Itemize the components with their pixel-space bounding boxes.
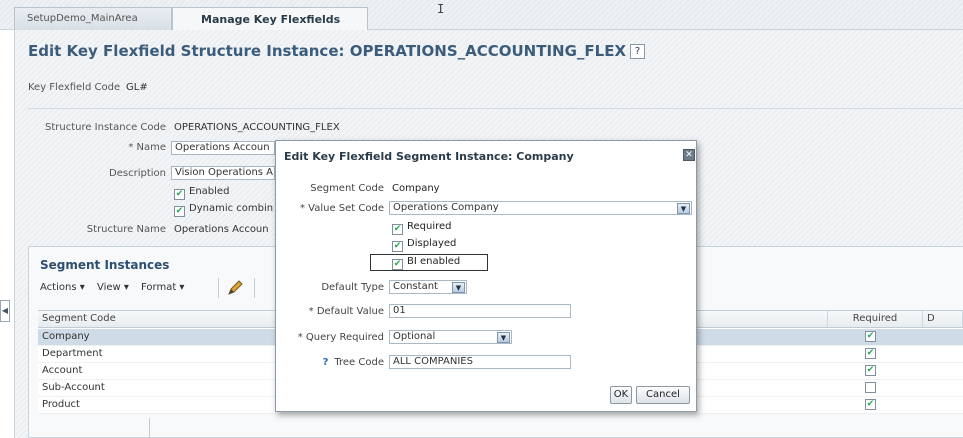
column-header-d[interactable]: D bbox=[923, 311, 963, 328]
bi-enabled-label: BI enabled bbox=[407, 256, 461, 267]
help-icon[interactable]: ? bbox=[323, 357, 329, 368]
query-required-select[interactable]: Optional ▼ bbox=[389, 330, 512, 344]
page-title: Edit Key Flexfield Structure Instance: O… bbox=[28, 42, 646, 60]
required-checkbox-row[interactable]: ✔ Required bbox=[392, 221, 452, 235]
checkbox-checked-icon[interactable]: ✔ bbox=[392, 224, 403, 235]
cancel-button[interactable]: Cancel bbox=[636, 386, 690, 404]
required-label: Required bbox=[407, 221, 452, 232]
segment-code-cell: Product bbox=[42, 399, 80, 410]
bi-enabled-checkbox-row[interactable]: ✔ BI enabled bbox=[392, 256, 460, 270]
structure-instance-code-value: OPERATIONS_ACCOUNTING_FLEX bbox=[174, 122, 340, 133]
name-label: * Name bbox=[128, 142, 166, 153]
dynamic-combinations-label: Dynamic combin bbox=[189, 203, 274, 214]
segment-instances-title: Segment Instances bbox=[40, 258, 170, 272]
description-field[interactable]: Vision Operations A bbox=[171, 166, 275, 180]
value-set-code-value: Operations Company bbox=[393, 202, 499, 213]
displayed-label: Displayed bbox=[407, 238, 457, 249]
edit-segment-dialog: Edit Key Flexfield Segment Instance: Com… bbox=[275, 140, 697, 412]
checkbox-unchecked-icon bbox=[865, 382, 876, 393]
query-required-value: Optional bbox=[393, 331, 436, 342]
value-set-code-label: * Value Set Code bbox=[299, 203, 384, 214]
ok-button[interactable]: OK bbox=[610, 386, 632, 404]
collapse-left-icon[interactable]: ◀ bbox=[0, 300, 10, 322]
enabled-label: Enabled bbox=[189, 186, 230, 197]
segment-code-value: Company bbox=[392, 183, 440, 194]
help-icon[interactable]: ? bbox=[630, 44, 646, 59]
edit-pencil-icon[interactable] bbox=[226, 279, 244, 300]
checkbox-checked-icon: ✔ bbox=[865, 331, 876, 342]
tree-code-label-row: ? Tree Code bbox=[323, 357, 384, 368]
default-type-value: Constant bbox=[393, 281, 438, 292]
toolbar-divider bbox=[218, 278, 219, 298]
view-menu[interactable]: View ▾ bbox=[97, 282, 129, 293]
tree-code-label: Tree Code bbox=[334, 357, 384, 368]
checkbox-checked-icon[interactable]: ✔ bbox=[174, 206, 185, 217]
default-type-select[interactable]: Constant ▼ bbox=[389, 280, 467, 294]
segment-code-cell: Company bbox=[42, 331, 90, 342]
checkbox-checked-icon[interactable]: ✔ bbox=[392, 259, 403, 270]
page-title-text: Edit Key Flexfield Structure Instance: O… bbox=[28, 42, 627, 60]
dropdown-arrow-icon[interactable]: ▼ bbox=[677, 203, 690, 214]
segment-code-cell: Department bbox=[42, 348, 103, 359]
actions-menu[interactable]: Actions ▾ bbox=[40, 282, 85, 293]
kff-code-label: Key Flexfield Code bbox=[28, 82, 121, 93]
checkbox-checked-icon: ✔ bbox=[865, 399, 876, 410]
kff-code-value: GL# bbox=[126, 82, 148, 93]
close-icon[interactable]: ✕ bbox=[683, 149, 695, 161]
default-value-input[interactable]: 01 bbox=[389, 304, 571, 318]
checkbox-checked-icon: ✔ bbox=[865, 348, 876, 359]
dialog-title: Edit Key Flexfield Segment Instance: Com… bbox=[284, 150, 574, 163]
column-header-required[interactable]: Required bbox=[828, 311, 923, 328]
description-label: Description bbox=[109, 168, 166, 179]
toolbar-divider bbox=[254, 278, 255, 298]
text-cursor-icon: I bbox=[437, 2, 445, 16]
dropdown-arrow-icon[interactable]: ▼ bbox=[497, 332, 510, 343]
segment-code-cell: Account bbox=[42, 365, 83, 376]
enabled-checkbox-row[interactable]: ✔ Enabled bbox=[174, 186, 229, 200]
query-required-label: * Query Required bbox=[297, 332, 384, 343]
tab-manage-key-flexfields[interactable]: Manage Key Flexfields bbox=[172, 7, 368, 31]
structure-name-value: Operations Accoun bbox=[174, 224, 269, 235]
default-value-label: * Default Value bbox=[308, 306, 384, 317]
structure-instance-code-label: Structure Instance Code bbox=[44, 122, 166, 133]
checkbox-checked-icon[interactable]: ✔ bbox=[392, 241, 403, 252]
default-type-label: Default Type bbox=[321, 282, 384, 293]
checkbox-checked-icon: ✔ bbox=[865, 365, 876, 376]
dynamic-combinations-checkbox-row[interactable]: ✔ Dynamic combin bbox=[174, 203, 273, 217]
table-footer bbox=[38, 418, 150, 438]
checkbox-checked-icon[interactable]: ✔ bbox=[174, 189, 185, 200]
structure-name-label: Structure Name bbox=[86, 224, 166, 235]
displayed-checkbox-row[interactable]: ✔ Displayed bbox=[392, 238, 456, 252]
tab-setupdemo-mainarea[interactable]: SetupDemo_MainArea bbox=[14, 7, 172, 30]
segment-code-cell: Sub-Account bbox=[42, 382, 105, 393]
value-set-code-select[interactable]: Operations Company ▼ bbox=[389, 201, 692, 215]
format-menu[interactable]: Format ▾ bbox=[141, 282, 184, 293]
segment-code-label: Segment Code bbox=[310, 183, 384, 194]
name-field[interactable]: Operations Accoun bbox=[171, 141, 275, 155]
dropdown-arrow-icon[interactable]: ▼ bbox=[452, 282, 465, 293]
tree-code-input[interactable]: ALL COMPANIES bbox=[389, 355, 571, 369]
